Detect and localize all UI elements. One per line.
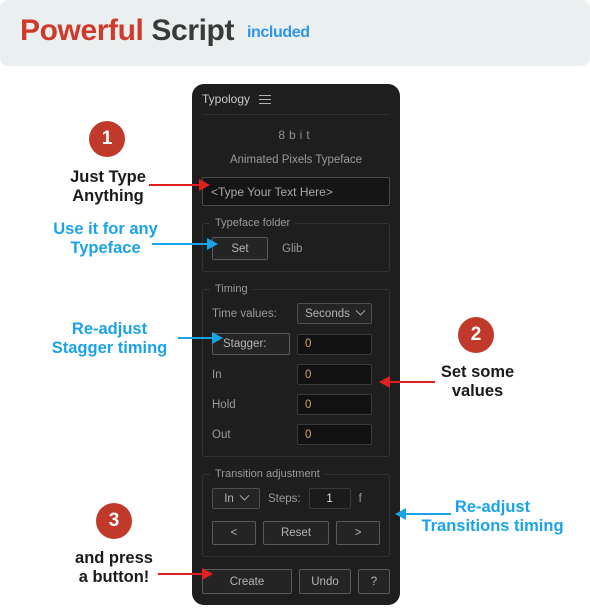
transition-direction-select[interactable]: In [212, 488, 260, 509]
transition-legend: Transition adjustment [210, 468, 325, 480]
annotation-readjust-transitions: Re-adjust Transitions timing [421, 498, 564, 536]
panel-headline: 8bit [278, 128, 314, 142]
panel-title-bar: Typology [202, 84, 390, 115]
arrowhead-2 [207, 238, 218, 250]
hold-value[interactable]: 0 [297, 394, 372, 415]
stagger-button[interactable]: Stagger: [212, 333, 290, 355]
hold-label: Hold [212, 398, 236, 411]
badge-1: 1 [89, 121, 125, 157]
screenshot-root: Powerful Script included Typology 8bit A… [0, 0, 590, 608]
timing-legend: Timing [210, 283, 253, 295]
connector-line-2 [152, 243, 209, 245]
steps-value[interactable]: 1 [308, 488, 351, 509]
reset-button[interactable]: Reset [262, 521, 330, 545]
create-button[interactable]: Create [202, 569, 292, 594]
out-label: Out [212, 428, 231, 441]
annotation-readjust-stagger: Re-adjust Stagger timing [51, 320, 168, 358]
chevron-down-icon [355, 305, 366, 316]
chevron-down-icon [239, 490, 250, 501]
timing-group: Timing Time values: Seconds Stagger: 0 I… [202, 283, 390, 457]
typology-panel: Typology 8bit Animated Pixels Typeface <… [192, 84, 400, 605]
transition-direction-selected: In [224, 492, 234, 505]
arrowhead-5 [395, 508, 406, 520]
annotation-just-type-anything: Just Type Anything [70, 168, 146, 206]
arrowhead-4 [379, 376, 390, 388]
typeface-folder-group: Typeface folder Set Glib [202, 217, 390, 272]
typeface-folder-name: Glib [282, 242, 303, 255]
annotation-use-any-typeface: Use it for any Typeface [53, 220, 158, 258]
connector-line-3 [178, 337, 214, 339]
arrowhead-3 [212, 332, 223, 344]
set-folder-button[interactable]: Set [212, 237, 268, 260]
panel-subtitle: Animated Pixels Typeface [229, 154, 363, 166]
time-values-selected: Seconds [305, 307, 350, 320]
prev-step-button[interactable]: < [212, 521, 256, 545]
text-input[interactable]: <Type Your Text Here> [202, 177, 390, 206]
stagger-value[interactable]: 0 [297, 333, 372, 355]
connector-line-1 [149, 184, 201, 186]
panel-bottom-bar: Create Undo ? [202, 569, 390, 594]
time-values-label: Time values: [212, 307, 277, 320]
undo-button[interactable]: Undo [299, 569, 351, 594]
panel-title: Typology [202, 92, 251, 106]
header-banner: Powerful Script included [0, 0, 590, 66]
connector-line-6 [158, 573, 204, 575]
arrowhead-6 [202, 568, 213, 580]
banner-word-included: included [246, 24, 310, 41]
typeface-folder-legend: Typeface folder [210, 217, 296, 229]
next-step-button[interactable]: > [336, 521, 381, 545]
banner-word-script: Script [151, 14, 235, 47]
banner-title: Powerful Script included [20, 14, 310, 48]
arrowhead-1 [199, 179, 210, 191]
badge-2: 2 [458, 317, 494, 353]
connector-line-5 [406, 513, 451, 515]
connector-line-4 [390, 381, 435, 383]
help-button[interactable]: ? [358, 569, 390, 594]
transition-adjustment-group: Transition adjustment In Steps: 1 f < Re… [202, 468, 390, 557]
steps-unit: f [358, 492, 362, 505]
hamburger-icon[interactable] [259, 92, 272, 107]
out-value[interactable]: 0 [297, 424, 372, 445]
badge-3: 3 [96, 503, 132, 539]
steps-label: Steps: [268, 492, 301, 505]
in-label: In [212, 368, 222, 381]
annotation-press-a-button: and press a button! [75, 549, 153, 587]
in-value[interactable]: 0 [297, 364, 372, 385]
time-values-select[interactable]: Seconds [297, 303, 372, 324]
banner-word-powerful: Powerful [20, 14, 144, 47]
